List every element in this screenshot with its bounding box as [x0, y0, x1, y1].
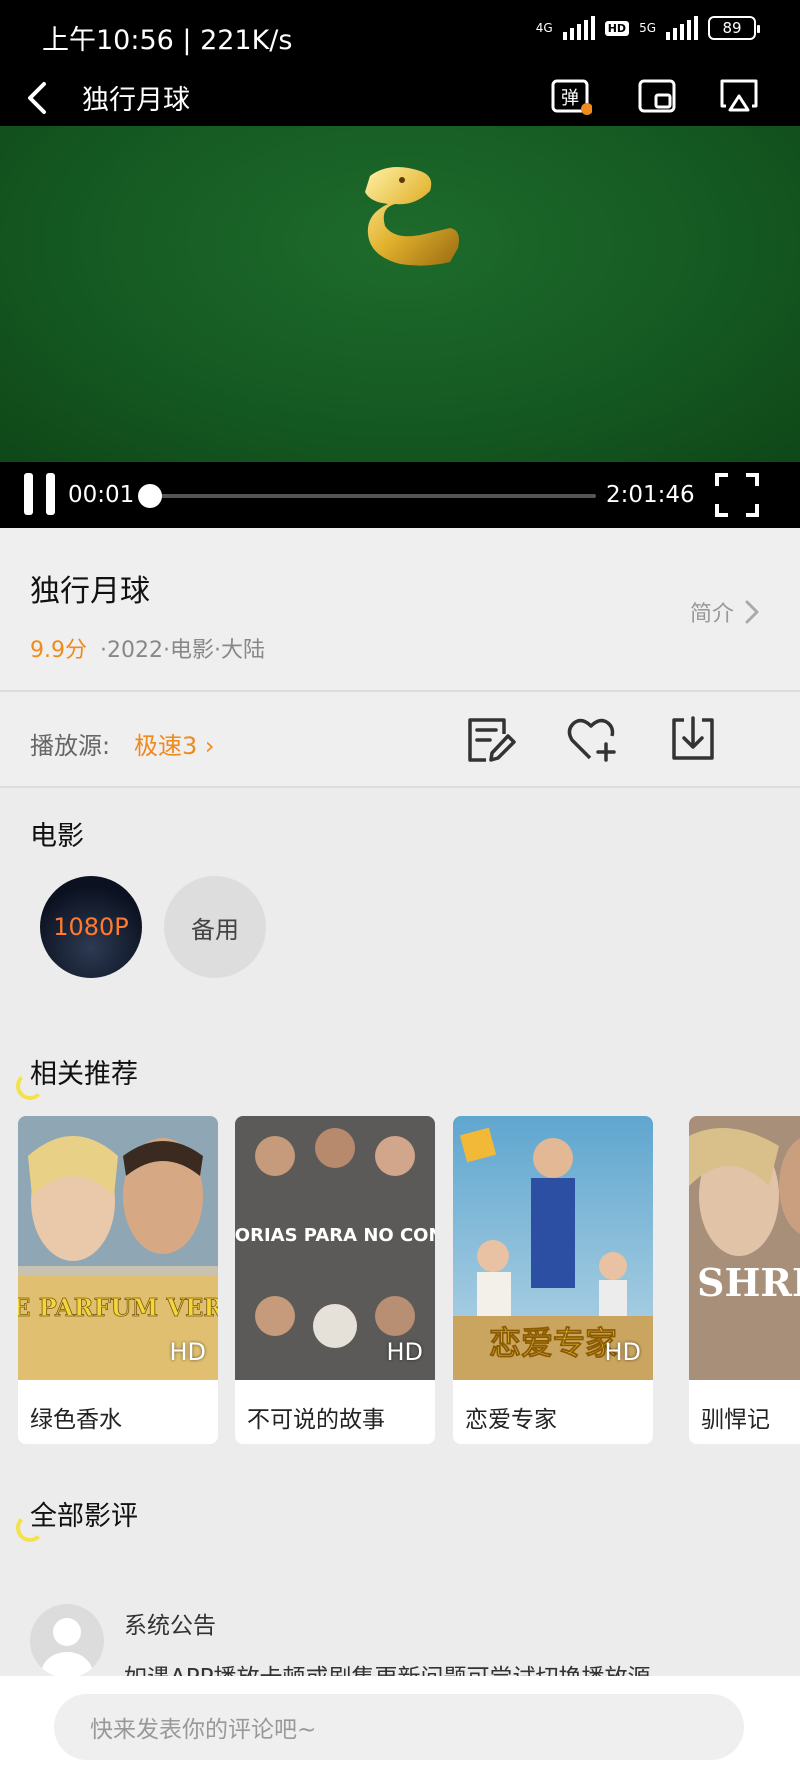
- total-time: 2:01:46: [606, 482, 695, 508]
- episode-1080p-label: 1080P: [53, 913, 129, 941]
- recommend-title: 相关推荐: [30, 1059, 138, 1090]
- avatar: [30, 1604, 104, 1678]
- recommend-name: 驯悍记: [701, 1407, 770, 1433]
- chevron-right-icon: [745, 600, 759, 624]
- poster-title: 恋爱专家: [489, 1324, 617, 1362]
- recommend-card[interactable]: LE PARFUM VERT HD 绿色香水: [18, 1116, 218, 1444]
- status-icons: 4G HD 5G 89: [535, 16, 760, 40]
- recommend-card[interactable]: 恋爱专家 HD 恋爱专家: [453, 1116, 653, 1444]
- recommend-name: 绿色香水: [30, 1407, 122, 1433]
- movie-title: 独行月球: [30, 574, 150, 609]
- episodes-title: 电影: [30, 821, 84, 852]
- progress-thumb[interactable]: [138, 484, 162, 508]
- network-5g-label: 5G: [639, 21, 656, 35]
- intro-button[interactable]: 简介: [690, 596, 760, 628]
- hd-badge: HD: [386, 1338, 423, 1366]
- episode-1080p[interactable]: 1080P: [40, 876, 142, 978]
- hd-badge: HD: [604, 20, 630, 36]
- bottom-comment-bar: 快来发表你的评论吧~: [0, 1676, 800, 1777]
- signal-icon: [666, 16, 698, 40]
- intro-label: 简介: [689, 602, 734, 627]
- network-4g-label: 4G: [535, 21, 553, 35]
- current-time: 00:01: [68, 482, 135, 508]
- recommend-name: 不可说的故事: [247, 1407, 385, 1433]
- episode-backup[interactable]: 备用: [164, 876, 266, 978]
- hd-badge: HD: [604, 1338, 641, 1366]
- review-user: 系统公告: [124, 1613, 216, 1639]
- pause-icon[interactable]: [24, 473, 56, 515]
- comment-input[interactable]: 快来发表你的评论吧~: [54, 1694, 744, 1760]
- loading-spinner-icon: [16, 1514, 44, 1542]
- recommend-card[interactable]: SHRE 驯悍记: [689, 1116, 800, 1444]
- hd-badge: HD: [169, 1338, 206, 1366]
- movie-meta: ·2022·电影·大陆: [100, 638, 265, 663]
- source-label: 播放源:: [30, 732, 111, 760]
- battery-icon: 89: [708, 16, 760, 40]
- download-icon[interactable]: [666, 712, 720, 766]
- source-selector[interactable]: 极速3 ›: [134, 726, 215, 761]
- cast-screen-icon[interactable]: [718, 76, 760, 116]
- user-avatar-icon: [41, 1618, 93, 1678]
- signal-icon: [562, 16, 595, 40]
- edit-note-icon[interactable]: [464, 712, 518, 766]
- poster-image: SHRE: [689, 1116, 800, 1380]
- top-bar: 上午10:56 | 221K/s 4G HD 5G 89 独行月球 弹: [0, 0, 800, 126]
- dragon-logo-icon: [365, 167, 459, 266]
- poster-title: LE PARFUM VERT: [18, 1293, 218, 1322]
- review-item: 系统公告 如遇APP播放卡顿或剧集更新问题可尝试切换播放源: [0, 1600, 800, 1691]
- reviews-title: 全部影评: [30, 1501, 138, 1532]
- recommend-name: 恋爱专家: [465, 1407, 557, 1433]
- fullscreen-icon[interactable]: [714, 472, 760, 518]
- favorite-add-icon[interactable]: [564, 712, 618, 766]
- movie-info: 独行月球 9.9分 ·2022·电影·大陆 简介: [0, 528, 800, 692]
- danmaku-icon[interactable]: 弹: [550, 76, 592, 116]
- poster-title: HISTORIAS PARA NO CONTAR: [235, 1225, 435, 1246]
- episode-backup-label: 备用: [191, 915, 239, 944]
- movie-score: 9.9分: [30, 638, 87, 663]
- source-row: 播放源: 极速3 ›: [0, 692, 800, 788]
- status-time: 上午10:56 | 221K/s: [42, 25, 293, 56]
- nav-title: 独行月球: [82, 85, 190, 116]
- danmaku-label: 弹: [561, 88, 579, 109]
- recommend-card[interactable]: HISTORIAS PARA NO CONTAR HD 不可说的故事: [235, 1116, 435, 1444]
- loading-spinner-icon: [16, 1072, 44, 1100]
- picture-in-picture-icon[interactable]: [636, 76, 678, 116]
- progress-track[interactable]: [150, 494, 596, 498]
- back-arrow-icon[interactable]: [20, 78, 54, 118]
- video-player[interactable]: [0, 126, 800, 462]
- player-controls: 00:01 2:01:46: [0, 462, 800, 528]
- poster-title: SHRE: [697, 1260, 800, 1305]
